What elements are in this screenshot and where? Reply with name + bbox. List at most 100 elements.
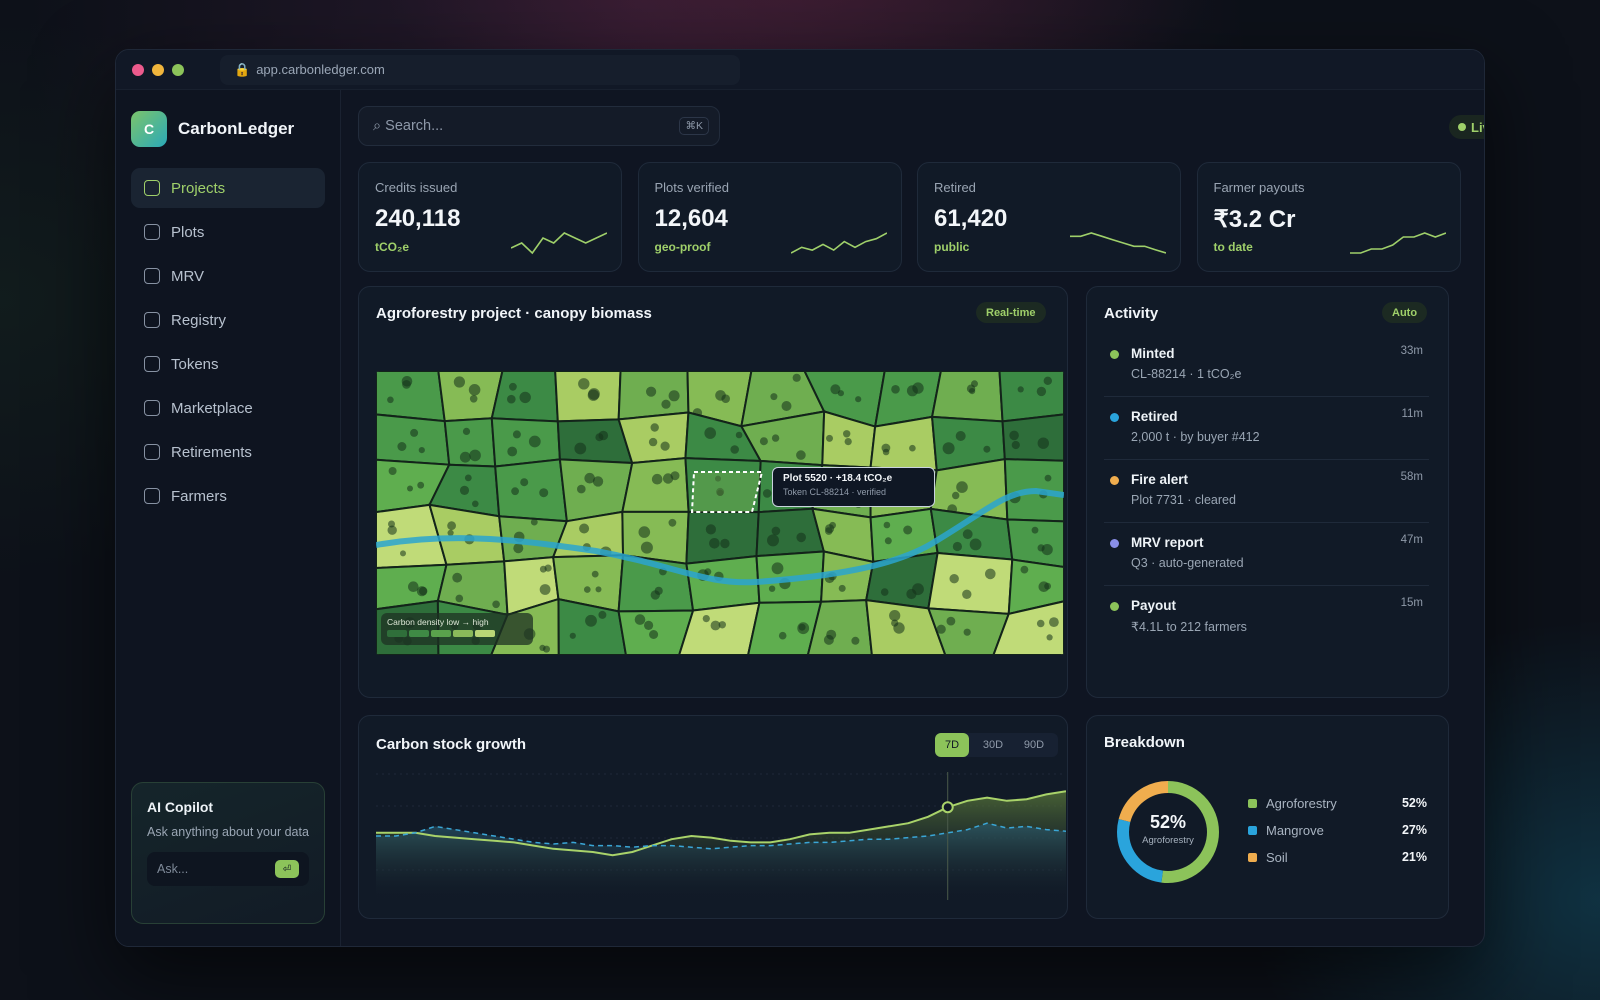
tree-canopy	[668, 390, 680, 402]
tree-canopy	[942, 442, 955, 455]
sidebar-item-tokens[interactable]: Tokens	[131, 344, 325, 384]
sidebar-item-retirements[interactable]: Retirements	[131, 432, 325, 472]
tree-canopy	[588, 388, 600, 400]
tree-canopy	[702, 615, 710, 623]
tree-canopy	[447, 529, 454, 536]
activity-item[interactable]: Fire alert Plot 7731 · cleared 58m	[1104, 461, 1429, 523]
activity-time: 58m	[1400, 471, 1423, 483]
tree-canopy	[1046, 634, 1053, 641]
brand[interactable]: C CarbonLedger	[116, 90, 340, 147]
canopy-map[interactable]: Plot 5520 · +18.4 tCO₂e Token CL-88214 ·…	[376, 371, 1064, 655]
plot-cell	[685, 510, 760, 565]
tree-canopy	[401, 376, 413, 387]
tree-canopy	[891, 385, 900, 394]
tree-canopy	[710, 620, 721, 631]
tree-canopy	[668, 518, 677, 527]
sidebar-item-marketplace[interactable]: Marketplace	[131, 388, 325, 428]
nav-square-icon	[144, 488, 160, 504]
tree-canopy	[416, 586, 427, 597]
tree-canopy	[1041, 544, 1053, 556]
plot-cell	[617, 411, 690, 465]
tree-canopy	[644, 620, 654, 630]
activity-time: 11m	[1401, 408, 1423, 420]
activity-time: 47m	[1400, 534, 1423, 546]
sidebar-item-label: MRV	[171, 267, 205, 285]
tree-canopy	[1043, 376, 1052, 385]
tree-canopy	[579, 523, 590, 534]
tree-canopy	[1017, 386, 1024, 393]
activity-title: Minted	[1131, 346, 1175, 361]
status-dot-icon	[1110, 476, 1119, 485]
activity-time: 15m	[1400, 597, 1423, 609]
app-window: 🔒 app.carbonledger.com C CarbonLedger Pr…	[115, 49, 1485, 947]
tree-canopy	[650, 423, 659, 432]
nav-square-icon	[144, 444, 160, 460]
send-icon[interactable]: ⏎	[275, 860, 299, 878]
range-90d-button[interactable]: 90D	[1017, 733, 1051, 757]
tree-canopy	[952, 541, 963, 552]
tree-canopy	[771, 526, 781, 536]
sidebar: C CarbonLedger Projects Plots MRV Registry T…	[116, 90, 341, 946]
tree-canopy	[781, 401, 792, 411]
minimize-window-button[interactable]	[152, 63, 164, 76]
stat-label: Plots verified	[654, 180, 729, 195]
sidebar-item-mrv[interactable]: MRV	[131, 256, 325, 296]
growth-chart-card: Carbon stock growth 7D 30D 90D	[358, 715, 1068, 919]
status-dot-icon	[1110, 413, 1119, 422]
tree-canopy	[598, 610, 607, 619]
tree-canopy	[843, 430, 851, 438]
tree-canopy	[649, 630, 659, 639]
tree-canopy	[417, 481, 425, 489]
activity-item[interactable]: MRV report Q3 · auto-generated 47m	[1104, 524, 1429, 586]
search-input[interactable]: ⌕ Search... ⌘K	[358, 106, 720, 146]
activity-item[interactable]: Retired 2,000 t · by buyer #412 11m	[1104, 398, 1429, 460]
map-card: Agroforestry project · canopy biomass Re…	[358, 286, 1068, 698]
copilot-input[interactable]: Ask... ⏎	[147, 852, 309, 886]
sidebar-item-farmers[interactable]: Farmers	[131, 476, 325, 516]
stat-unit: public	[934, 240, 970, 254]
status-dot-icon	[1110, 539, 1119, 548]
tree-canopy	[640, 541, 653, 554]
tree-canopy	[1036, 386, 1047, 397]
sidebar-item-projects[interactable]: Projects	[131, 168, 325, 208]
activity-title: Activity	[1104, 305, 1159, 322]
plot-cell	[494, 458, 568, 523]
tree-canopy	[634, 614, 646, 625]
copilot-title: AI Copilot	[147, 799, 214, 815]
sparkline-line	[511, 232, 607, 255]
tree-canopy	[574, 442, 587, 455]
range-30d-button[interactable]: 30D	[976, 733, 1010, 757]
tree-canopy	[584, 472, 595, 484]
nav-square-icon	[144, 356, 160, 372]
range-7d-button[interactable]: 7D	[935, 733, 969, 757]
url-bar[interactable]: 🔒 app.carbonledger.com	[220, 54, 740, 85]
stat-value: 240,118	[375, 205, 461, 232]
plot-cell	[490, 417, 561, 468]
stat-value: 61,420	[934, 205, 1008, 232]
tree-canopy	[730, 445, 739, 454]
sidebar-item-label: Retirements	[171, 443, 252, 461]
breakdown-item: Agroforestry 52%	[1248, 793, 1427, 813]
legend-swatch	[1248, 798, 1257, 808]
sidebar-item-plots[interactable]: Plots	[131, 212, 325, 252]
maximize-window-button[interactable]	[172, 63, 184, 76]
activity-detail: CL-88214 · 1 tCO₂e	[1131, 367, 1242, 381]
tree-canopy	[767, 534, 779, 547]
tree-canopy	[1044, 582, 1051, 590]
activity-title: MRV report	[1131, 535, 1204, 550]
close-window-button[interactable]	[132, 63, 144, 76]
tree-canopy	[792, 373, 801, 382]
activity-item[interactable]: Minted CL-88214 · 1 tCO₂e 33m	[1104, 335, 1429, 397]
stat-label: Credits issued	[375, 180, 458, 195]
tree-canopy	[796, 450, 806, 460]
stat-card: Credits issued 240,118 tCO₂e	[358, 162, 622, 272]
sidebar-item-registry[interactable]: Registry	[131, 300, 325, 340]
search-shortcut: ⌘K	[679, 117, 709, 135]
legend-swatch	[475, 630, 495, 637]
tree-canopy	[520, 478, 529, 487]
tree-canopy	[418, 447, 425, 454]
sparkline	[511, 232, 607, 255]
tree-canopy	[578, 378, 590, 390]
growth-chart	[376, 772, 1066, 900]
activity-item[interactable]: Payout ₹4.1L to 212 farmers 15m	[1104, 587, 1429, 649]
